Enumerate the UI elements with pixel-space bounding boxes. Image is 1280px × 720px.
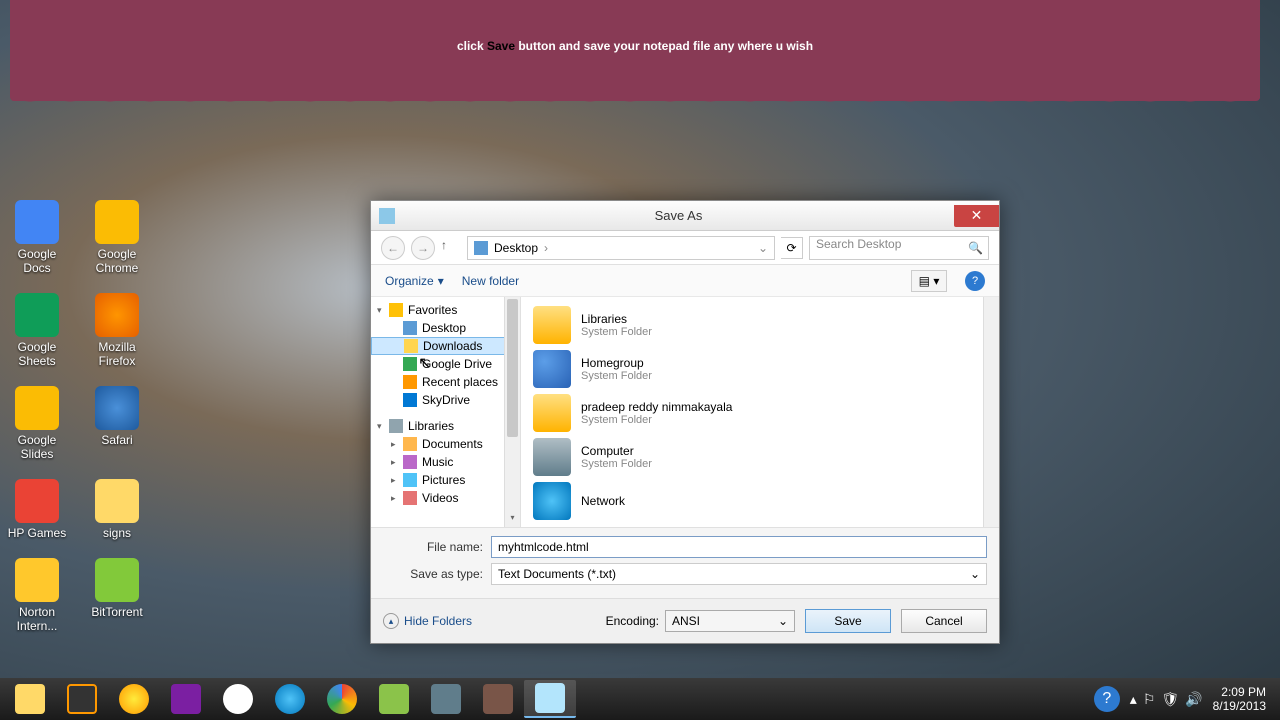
breadcrumb[interactable]: Desktop › ⌄: [467, 236, 775, 260]
chevron-right-icon: ›: [544, 241, 548, 255]
tree-item[interactable]: ▸Pictures: [371, 471, 520, 489]
back-button[interactable]: ←: [381, 236, 405, 260]
taskbar-app[interactable]: [56, 680, 108, 718]
chevron-down-icon: ⌄: [778, 614, 788, 628]
desktop-icons: Google Docs Google Chrome Google Sheets Moz…: [6, 200, 148, 651]
desktop-icon[interactable]: Google Slides: [6, 386, 68, 461]
tree-scrollbar[interactable]: ▴▾: [504, 297, 520, 527]
file-item[interactable]: HomegroupSystem Folder: [521, 347, 999, 391]
encoding-label: Encoding:: [606, 614, 659, 628]
desktop-icon[interactable]: HP Games: [6, 479, 68, 540]
search-input[interactable]: Search Desktop 🔍: [809, 236, 989, 260]
tree-item[interactable]: SkyDrive: [371, 391, 520, 409]
taskbar: ? ▴⚐🛡🔊 2:09 PM8/19/2013: [0, 678, 1280, 720]
tree-item[interactable]: ▸Videos: [371, 489, 520, 507]
taskbar-ie[interactable]: [264, 680, 316, 718]
save-button[interactable]: Save: [805, 609, 891, 633]
up-button[interactable]: ↑: [441, 238, 461, 258]
tree-favorites[interactable]: ▾Favorites: [371, 301, 520, 319]
filelist-scrollbar[interactable]: [983, 297, 999, 527]
tree-item[interactable]: ▸Documents: [371, 435, 520, 453]
view-button[interactable]: ▤ ▾: [911, 270, 947, 292]
tree-item[interactable]: ▸Music: [371, 453, 520, 471]
tree-item[interactable]: Recent places: [371, 373, 520, 391]
cancel-button[interactable]: Cancel: [901, 609, 987, 633]
file-item[interactable]: ComputerSystem Folder: [521, 435, 999, 479]
system-tray[interactable]: ▴⚐🛡🔊: [1130, 691, 1203, 708]
taskbar-explorer[interactable]: [4, 680, 56, 718]
nav-tree: ▾Favorites DesktopDownloadsGoogle DriveR…: [371, 297, 521, 527]
encoding-select[interactable]: ANSI⌄: [665, 610, 795, 632]
desktop-icon[interactable]: Google Sheets: [6, 293, 68, 368]
help-button[interactable]: ?: [965, 271, 985, 291]
desktop-icon[interactable]: Google Chrome: [86, 200, 148, 275]
organize-menu[interactable]: Organize ▾: [385, 274, 444, 288]
file-item[interactable]: Network: [521, 479, 999, 523]
desktop-icon[interactable]: Mozilla Firefox: [86, 293, 148, 368]
hide-folders-button[interactable]: ▴Hide Folders: [383, 613, 472, 629]
search-icon: 🔍: [968, 241, 983, 255]
taskbar-app[interactable]: [420, 680, 472, 718]
taskbar-app[interactable]: [472, 680, 524, 718]
instruction-banner: click Save button and save your notepad …: [10, 0, 1260, 101]
tree-item[interactable]: Google Drive: [371, 355, 520, 373]
toolbar: Organize ▾ New folder ▤ ▾ ?: [371, 265, 999, 297]
clock[interactable]: 2:09 PM8/19/2013: [1213, 685, 1266, 714]
tree-libraries[interactable]: ▾Libraries: [371, 417, 520, 435]
taskbar-chrome[interactable]: [316, 680, 368, 718]
forward-button[interactable]: →: [411, 236, 435, 260]
file-list: LibrariesSystem FolderHomegroupSystem Fo…: [521, 297, 999, 527]
taskbar-app[interactable]: [160, 680, 212, 718]
tree-item[interactable]: Downloads: [371, 337, 520, 355]
desktop-icon[interactable]: Safari: [86, 386, 148, 461]
titlebar[interactable]: Save As ✕: [371, 201, 999, 231]
saveas-type-select[interactable]: Text Documents (*.txt)⌄: [491, 563, 987, 585]
desktop-icon[interactable]: Google Docs: [6, 200, 68, 275]
desktop-icon[interactable]: BitTorrent: [86, 558, 148, 633]
save-as-dialog: Save As ✕ ← → ↑ Desktop › ⌄ ⟳ Search Des…: [370, 200, 1000, 644]
filename-input[interactable]: [491, 536, 987, 558]
close-button[interactable]: ✕: [954, 205, 999, 227]
filename-label: File name:: [383, 540, 483, 554]
dialog-title: Save As: [403, 208, 954, 223]
chevron-down-icon: ▾: [438, 274, 444, 288]
new-folder-button[interactable]: New folder: [462, 274, 519, 288]
help-icon[interactable]: ?: [1094, 686, 1120, 712]
taskbar-hp[interactable]: [212, 680, 264, 718]
desktop-icon[interactable]: signs: [86, 479, 148, 540]
file-item[interactable]: LibrariesSystem Folder: [521, 303, 999, 347]
file-item[interactable]: pradeep reddy nimmakayalaSystem Folder: [521, 391, 999, 435]
notepad-icon: [379, 208, 395, 224]
taskbar-app[interactable]: [368, 680, 420, 718]
refresh-button[interactable]: ⟳: [781, 237, 803, 259]
chevron-down-icon[interactable]: ⌄: [758, 241, 768, 255]
taskbar-notepad[interactable]: [524, 680, 576, 718]
taskbar-app[interactable]: [108, 680, 160, 718]
nav-bar: ← → ↑ Desktop › ⌄ ⟳ Search Desktop 🔍: [371, 231, 999, 265]
desktop-icon: [474, 241, 488, 255]
saveas-label: Save as type:: [383, 567, 483, 581]
desktop-icon[interactable]: Norton Intern...: [6, 558, 68, 633]
tree-item[interactable]: Desktop: [371, 319, 520, 337]
chevron-down-icon: ⌄: [970, 567, 980, 581]
